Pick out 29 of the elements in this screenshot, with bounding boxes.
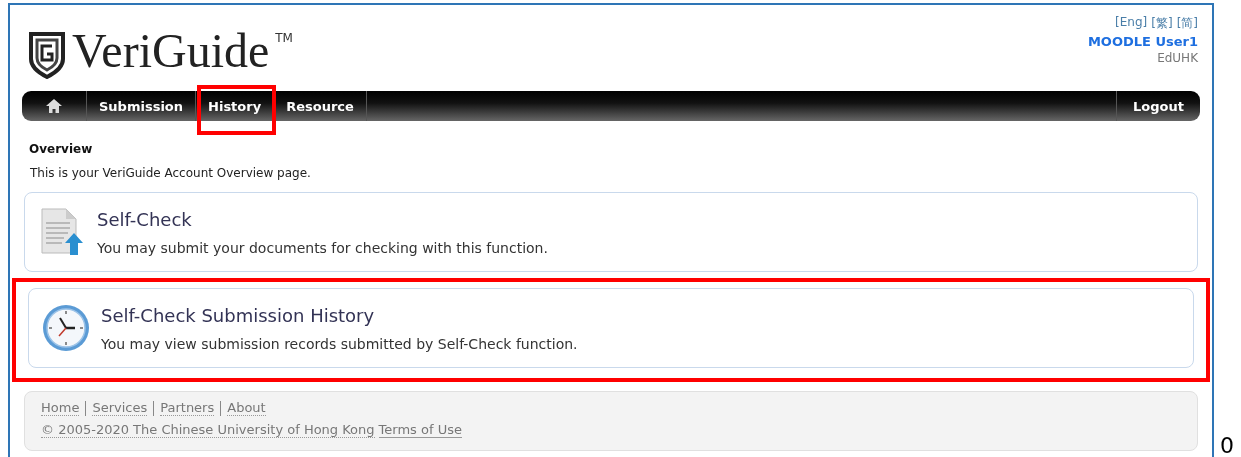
footer-link[interactable]: Home <box>41 400 80 416</box>
home-icon <box>46 99 62 113</box>
feature-card[interactable]: Self-Check You may submit your documents for checking with this function. <box>24 192 1198 272</box>
terms-link[interactable]: Terms of Use <box>378 422 462 438</box>
logo-wordmark: VeriGuide <box>72 25 270 78</box>
user-name-link[interactable]: MOODLE User1 <box>1087 34 1198 49</box>
card-title: Self-Check Submission History <box>101 304 376 326</box>
language-link[interactable]: [Eng] <box>1115 15 1148 32</box>
nav-tab[interactable]: History <box>196 91 275 121</box>
footer-link[interactable]: Partners <box>160 400 215 416</box>
intro-text: This is your VeriGuide Account Overview page. <box>30 166 312 180</box>
footer-link[interactable]: About <box>227 400 266 416</box>
clock-icon <box>41 303 91 353</box>
nav-tab[interactable]: Resource <box>274 91 367 121</box>
language-link[interactable]: [繁] <box>1151 15 1173 32</box>
shield-logo-icon <box>28 31 66 79</box>
section-heading: Overview <box>29 142 94 156</box>
card-title: Self-Check <box>97 208 193 230</box>
trademark-mark: TM <box>275 31 293 45</box>
institution-label: EdUHK <box>1157 51 1198 65</box>
copyright-text: © 2005-2020 The Chinese University of Hong Kong <box>41 422 375 438</box>
language-link[interactable]: [简] <box>1176 15 1198 32</box>
card-description: You may submit your documents for checking with this function. <box>97 239 548 256</box>
feature-card[interactable]: Self-Check Submission History You may view submission records submitted by Self-Check function. <box>28 288 1194 368</box>
footer-link[interactable]: Services <box>92 400 148 416</box>
card-description: You may view submission records submitted by Self-Check function. <box>101 335 578 352</box>
nav-tab[interactable]: Submission <box>87 91 197 121</box>
logout-tab[interactable]: Logout <box>1116 91 1200 121</box>
page-marker: 0 <box>1220 433 1234 457</box>
